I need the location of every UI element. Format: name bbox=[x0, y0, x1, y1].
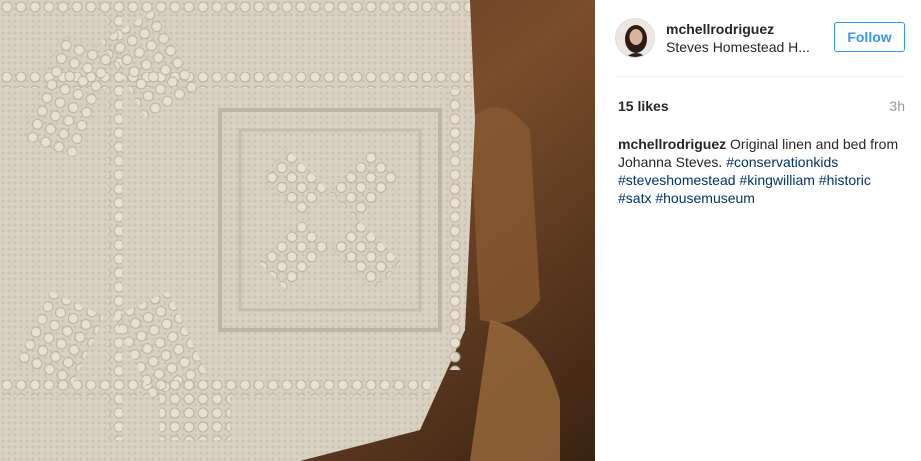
post-caption: mchellrodriguez Original linen and bed f… bbox=[618, 135, 903, 207]
location-link[interactable]: Steves Homestead H... bbox=[666, 39, 816, 55]
post-time[interactable]: 3h bbox=[889, 98, 905, 114]
post-photo bbox=[0, 0, 595, 461]
hashtag-link[interactable]: #kingwilliam bbox=[739, 172, 814, 188]
hashtag-link[interactable]: #housemuseum bbox=[655, 190, 755, 206]
hashtag-link[interactable]: #steveshomestead bbox=[618, 172, 736, 188]
post-details-panel: mchellrodriguez Steves Homestead H... Fo… bbox=[595, 0, 921, 461]
hashtag-link[interactable]: #satx bbox=[618, 190, 651, 206]
likes-count[interactable]: 15 likes bbox=[618, 98, 669, 114]
caption-username-link[interactable]: mchellrodriguez bbox=[618, 136, 726, 152]
username-link[interactable]: mchellrodriguez bbox=[666, 21, 774, 37]
avatar[interactable] bbox=[615, 18, 655, 58]
follow-button[interactable]: Follow bbox=[834, 22, 905, 52]
hashtag-link[interactable]: #historic bbox=[819, 172, 871, 188]
hashtag-link[interactable]: #conservationkids bbox=[726, 154, 838, 170]
